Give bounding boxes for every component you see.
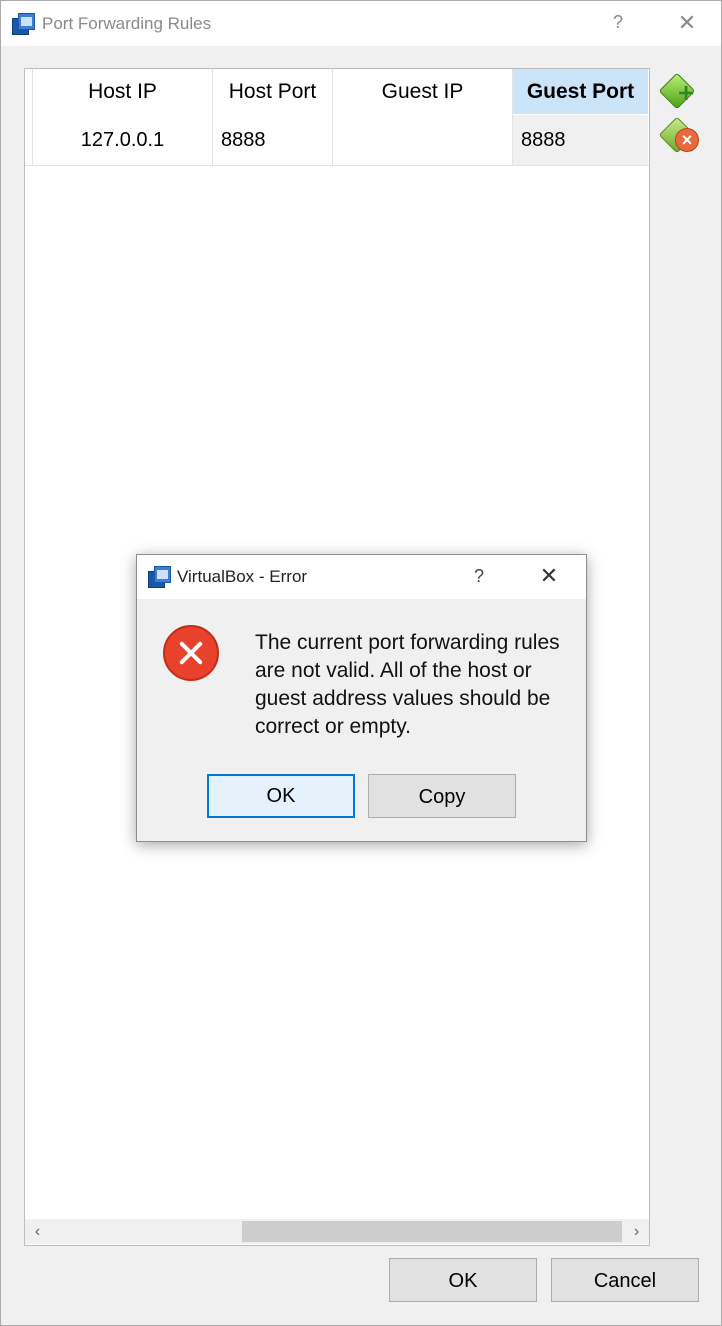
cell-host-port[interactable]: 8888 (221, 115, 331, 165)
error-ok-button[interactable]: OK (207, 774, 355, 818)
plus-icon: + (677, 77, 695, 108)
error-message: The current port forwarding rules are no… (255, 631, 560, 738)
help-icon[interactable]: ? (606, 9, 630, 35)
cancel-button[interactable]: Cancel (551, 1258, 699, 1302)
window-title: Port Forwarding Rules (42, 14, 212, 33)
scrollbar-thumb[interactable] (242, 1221, 622, 1242)
scroll-left-icon[interactable]: ‹ (25, 1219, 50, 1244)
table-row-divider (25, 165, 649, 166)
scroll-right-icon[interactable]: › (624, 1219, 649, 1244)
cell-guest-ip[interactable] (333, 115, 512, 165)
remove-rule-button[interactable]: × (658, 116, 699, 154)
add-rule-button[interactable]: + (658, 72, 696, 110)
ok-button[interactable]: OK (389, 1258, 537, 1302)
remove-x-icon: × (675, 128, 699, 152)
copy-button[interactable]: Copy (368, 774, 516, 818)
error-dialog-title: VirtualBox - Error (177, 567, 308, 586)
horizontal-scrollbar[interactable]: ‹ › (25, 1219, 649, 1244)
cell-guest-port[interactable]: 8888 (513, 115, 648, 165)
close-icon[interactable]: ✕ (673, 9, 701, 37)
virtualbox-app-icon (148, 566, 171, 588)
help-icon[interactable]: ? (467, 563, 491, 589)
error-dialog: VirtualBox - Error ? ✕ The current port … (136, 554, 587, 842)
close-icon[interactable]: ✕ (535, 562, 563, 590)
column-header-host-ip[interactable]: Host IP (33, 69, 212, 114)
column-header-host-port[interactable]: Host Port (213, 69, 332, 114)
error-icon (163, 625, 219, 681)
column-header-guest-port[interactable]: Guest Port (513, 69, 648, 114)
cell-host-ip[interactable]: 127.0.0.1 (33, 115, 212, 165)
virtualbox-app-icon (12, 13, 35, 35)
error-dialog-titlebar: VirtualBox - Error ? ✕ (137, 555, 586, 599)
column-header-guest-ip[interactable]: Guest IP (333, 69, 512, 114)
column-divider (212, 69, 213, 166)
window-titlebar: Port Forwarding Rules ? ✕ (1, 1, 721, 46)
